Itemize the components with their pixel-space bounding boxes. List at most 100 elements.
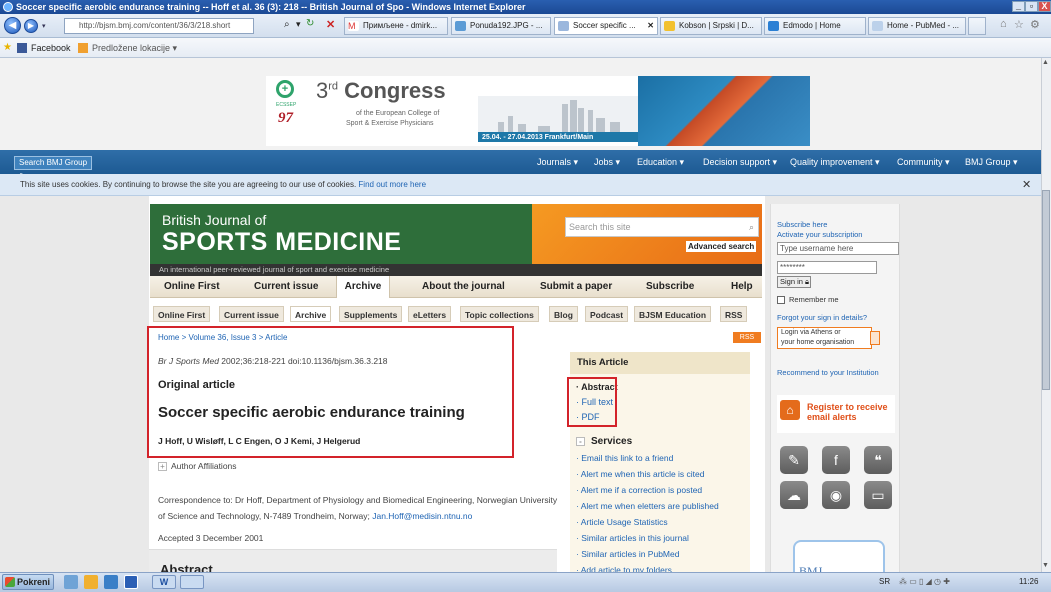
- favorites-bar: ★ Facebook Predložene lokacije ▾: [0, 38, 1051, 58]
- show-desktop-icon[interactable]: [64, 575, 78, 589]
- remember-me-checkbox[interactable]: Remember me: [777, 295, 839, 305]
- subnav-eletters[interactable]: eLetters: [408, 306, 452, 322]
- tab-kobson[interactable]: Kobson | Srpski | D...: [660, 17, 762, 35]
- subnav-online-first[interactable]: Online First: [153, 306, 211, 322]
- nav-community[interactable]: Community ▾: [897, 150, 950, 174]
- gear-icon[interactable]: ⚙: [1030, 18, 1040, 31]
- back-button[interactable]: ◀: [4, 17, 21, 34]
- subnav-podcast[interactable]: Podcast: [585, 306, 629, 322]
- minimize-button[interactable]: _: [1012, 1, 1025, 12]
- forgot-sign-in-link[interactable]: Forgot your sign in details?: [777, 313, 867, 322]
- search-bmj-group-button[interactable]: Search BMJ Group ⌕: [14, 156, 92, 179]
- dropdown-icon[interactable]: ▾: [42, 22, 46, 30]
- favorites-icon[interactable]: ★: [3, 43, 13, 53]
- cookie-more-link[interactable]: Find out more here: [358, 180, 426, 189]
- rss-icon[interactable]: RSS: [733, 332, 761, 343]
- register-alerts-link[interactable]: Register to receive email alerts: [807, 402, 888, 422]
- activate-subscription-link[interactable]: Activate your subscription: [777, 230, 862, 239]
- service-alert-correction[interactable]: · Alert me if a correction is posted: [576, 485, 702, 495]
- start-button[interactable]: Pokreni: [2, 574, 54, 590]
- nav-submit-paper[interactable]: Submit a paper: [540, 276, 612, 298]
- subnav-topic-collections[interactable]: Topic collections: [460, 306, 539, 322]
- tray-icons[interactable]: ⁂ ▭ ▯ ◢ ◷ ✚: [899, 574, 950, 590]
- service-similar-pubmed[interactable]: · Similar articles in PubMed: [576, 549, 679, 559]
- password-input[interactable]: ********: [777, 261, 877, 274]
- favorite-suggested-sites[interactable]: Predložene lokacije ▾: [78, 38, 177, 58]
- nav-about-journal[interactable]: About the journal: [422, 276, 505, 298]
- site-search-input[interactable]: Search this site ⌕: [565, 217, 759, 237]
- subnav-bjsm-education[interactable]: BJSM Education: [634, 306, 712, 322]
- advanced-search-link[interactable]: Advanced search: [686, 241, 757, 252]
- twitter-icon[interactable]: ☁: [780, 481, 808, 509]
- nav-bmj-group[interactable]: BMJ Group ▾: [965, 150, 1018, 174]
- scrollbar-thumb[interactable]: [1042, 190, 1050, 390]
- word-taskbar-icon[interactable]: W: [152, 575, 176, 589]
- subnav-blog[interactable]: Blog: [549, 306, 578, 322]
- address-bar[interactable]: http://bjsm.bmj.com/content/36/3/218.sho…: [64, 18, 254, 34]
- ie-taskbar-icon[interactable]: [124, 575, 138, 589]
- subnav-archive[interactable]: Archive: [290, 306, 332, 322]
- podcast-icon[interactable]: ◉: [822, 481, 850, 509]
- search-icon[interactable]: ⌕: [749, 218, 754, 236]
- correspondence-email-link[interactable]: Jan.Hoff@medisin.ntnu.no: [372, 511, 472, 521]
- subnav-rss[interactable]: RSS: [720, 306, 748, 322]
- recommend-institution-link[interactable]: Recommend to your Institution: [777, 368, 879, 377]
- scroll-up-icon[interactable]: ▲: [1042, 59, 1049, 66]
- forward-button[interactable]: ▶: [24, 19, 38, 33]
- service-similar-journal[interactable]: · Similar articles in this journal: [576, 533, 689, 543]
- remember-label: Remember me: [789, 295, 839, 304]
- congress-banner[interactable]: + ECSSEP 97 3rd Congress of the European…: [266, 76, 810, 146]
- tab-mail[interactable]: M Примљене - dmirk...: [344, 17, 448, 35]
- subnav-current-issue[interactable]: Current issue: [219, 306, 284, 322]
- sign-in-button[interactable]: Sign in 🔒︎: [777, 276, 811, 288]
- tab-pubmed[interactable]: Home - PubMed - ...: [868, 17, 966, 35]
- language-indicator[interactable]: SR: [879, 574, 890, 590]
- tab-ponuda[interactable]: Ponuda192.JPG - ...: [451, 17, 551, 35]
- ebook-icon[interactable]: ▭: [864, 481, 892, 509]
- nav-online-first[interactable]: Online First: [164, 276, 220, 298]
- favorite-facebook[interactable]: Facebook: [17, 38, 71, 58]
- author-affiliations-toggle[interactable]: + Author Affiliations: [158, 461, 237, 472]
- username-input[interactable]: Type username here: [777, 242, 899, 255]
- services-heading[interactable]: - Services: [576, 436, 632, 447]
- nav-journals[interactable]: Journals ▾: [537, 150, 578, 174]
- nav-help[interactable]: Help: [731, 276, 753, 298]
- tab-edmodo[interactable]: Edmodo | Home: [764, 17, 866, 35]
- service-alert-cited[interactable]: · Alert me when this article is cited: [576, 469, 705, 479]
- scroll-down-icon[interactable]: ▼: [1042, 562, 1049, 569]
- nav-current-issue[interactable]: Current issue: [254, 276, 318, 298]
- new-tab-button[interactable]: [968, 17, 986, 35]
- clock[interactable]: 11:26: [1019, 574, 1038, 590]
- nav-quality-improvement[interactable]: Quality improvement ▾: [790, 150, 880, 174]
- subnav-supplements[interactable]: Supplements: [339, 306, 403, 322]
- skype-icon[interactable]: [104, 575, 118, 589]
- service-email-friend[interactable]: · Email this link to a friend: [576, 453, 673, 463]
- facebook-icon[interactable]: f: [822, 446, 850, 474]
- cookie-close-icon[interactable]: ✕: [1022, 174, 1031, 196]
- restore-button[interactable]: ▫: [1025, 1, 1038, 12]
- nav-education[interactable]: Education ▾: [637, 150, 684, 174]
- favorites-star-icon[interactable]: ☆: [1014, 18, 1024, 31]
- athens-login-button[interactable]: Login via Athens or your home organisatio…: [777, 327, 872, 349]
- close-window-button[interactable]: X: [1038, 1, 1051, 12]
- folder-icon[interactable]: [84, 575, 98, 589]
- blog-icon[interactable]: ✎: [780, 446, 808, 474]
- nav-subscribe[interactable]: Subscribe: [646, 276, 694, 298]
- subscribe-link[interactable]: Subscribe here: [777, 220, 827, 229]
- tab-soccer-article[interactable]: Soccer specific ... ✕: [554, 17, 658, 35]
- close-tab-icon[interactable]: ✕: [647, 18, 654, 34]
- search-icon[interactable]: ⌕: [284, 19, 290, 30]
- dropdown-icon[interactable]: ▾: [296, 19, 301, 30]
- nav-jobs[interactable]: Jobs ▾: [594, 150, 620, 174]
- stop-icon[interactable]: ✕: [326, 18, 335, 31]
- edmodo-icon: [768, 21, 779, 31]
- nav-decision-support[interactable]: Decision support ▾: [703, 150, 777, 174]
- forum-icon[interactable]: ❝: [864, 446, 892, 474]
- athens-arrow-icon[interactable]: [870, 331, 880, 345]
- refresh-icon[interactable]: ↻: [306, 18, 314, 29]
- nav-archive[interactable]: Archive: [336, 276, 390, 298]
- paint-taskbar-icon[interactable]: [180, 575, 204, 589]
- service-alert-eletters[interactable]: · Alert me when eletters are published: [576, 501, 719, 511]
- home-icon[interactable]: ⌂: [1000, 18, 1007, 30]
- service-usage-statistics[interactable]: · Article Usage Statistics: [576, 517, 668, 527]
